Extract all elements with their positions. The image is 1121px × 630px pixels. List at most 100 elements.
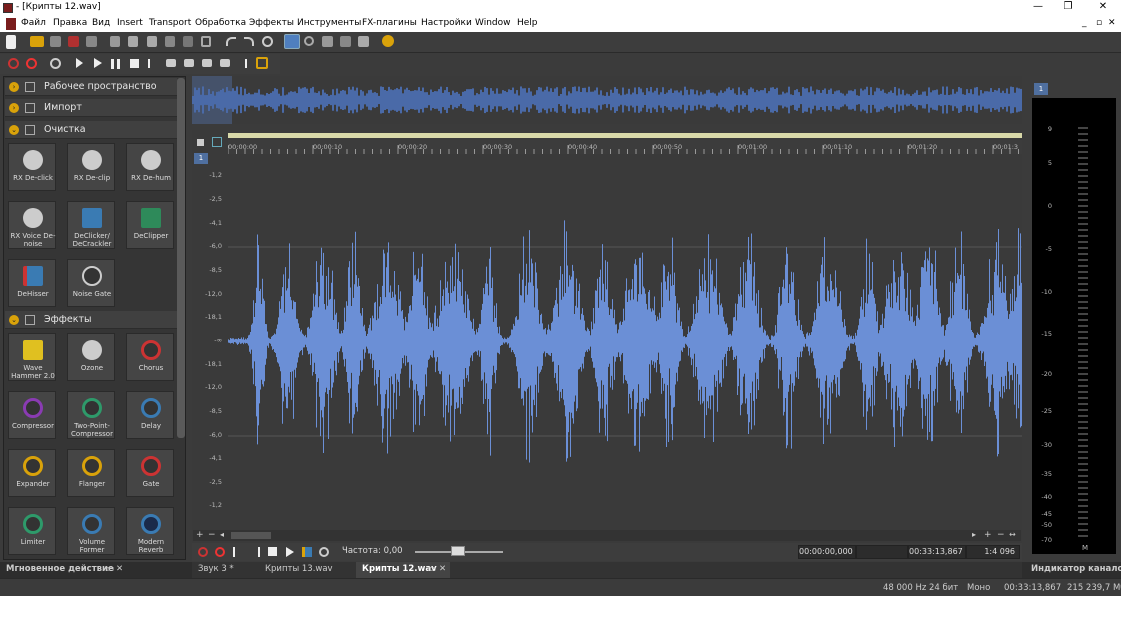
plugin-noise-gate[interactable]: Noise Gate: [67, 259, 115, 307]
open-folder-icon[interactable]: [30, 36, 44, 47]
forward-icon[interactable]: [202, 59, 212, 67]
expand-icon[interactable]: ›: [9, 82, 19, 92]
tab-instant-action[interactable]: Мгновенное действие: [6, 564, 114, 574]
menu-settings[interactable]: Настройки: [421, 18, 472, 28]
plugin-gate[interactable]: Gate: [126, 449, 174, 497]
plugin-declipper[interactable]: DeClipper: [126, 201, 174, 249]
zoom-tool-icon[interactable]: [304, 36, 314, 46]
horizontal-scrollbar[interactable]: + − ◂ ▸ + − ↔: [193, 530, 1021, 541]
trim-icon[interactable]: [183, 36, 193, 47]
snap-icon[interactable]: [358, 36, 369, 47]
plugin-delay[interactable]: Delay: [126, 391, 174, 439]
save-icon[interactable]: [50, 36, 61, 47]
go-end-icon[interactable]: [238, 59, 247, 68]
menu-window[interactable]: Window: [475, 18, 511, 28]
region-tool-icon[interactable]: [340, 36, 351, 47]
section-cleanup[interactable]: ⌄ Очистка: [5, 121, 177, 139]
checkbox-icon[interactable]: [25, 125, 35, 135]
menu-process[interactable]: Обработка: [195, 18, 246, 28]
zoom-out-icon[interactable]: −: [208, 530, 216, 540]
play-icon[interactable]: [94, 58, 102, 68]
plugin-limiter[interactable]: Limiter: [8, 507, 56, 555]
copy-icon[interactable]: [128, 36, 138, 47]
rewind-icon[interactable]: [166, 59, 176, 67]
menu-view[interactable]: Вид: [92, 18, 110, 28]
checkbox-icon[interactable]: [25, 82, 35, 92]
checkbox-icon[interactable]: [25, 103, 35, 113]
redo-icon[interactable]: [244, 37, 254, 46]
plugin-chain-icon[interactable]: [382, 35, 394, 47]
loop-icon[interactable]: [50, 58, 61, 69]
section-effects[interactable]: ⌄ Эффекты: [5, 311, 177, 329]
play-all-icon[interactable]: [76, 58, 83, 68]
section-workspace[interactable]: › Рабочее пространство: [5, 78, 177, 96]
stop-icon[interactable]: [130, 59, 139, 68]
rate-slider-thumb[interactable]: [451, 546, 465, 556]
zoom-in-icon[interactable]: +: [196, 530, 204, 540]
pause-icon[interactable]: [111, 59, 120, 69]
scroll-left-icon[interactable]: ◂: [220, 530, 224, 539]
repeat-icon[interactable]: [262, 36, 273, 47]
pencil-tool-icon[interactable]: [322, 36, 333, 47]
plugin-two-point-compressor[interactable]: Two-Point-Compressor: [67, 391, 115, 439]
scroll-right-icon[interactable]: ▸: [972, 530, 976, 539]
plugin-rx-voice-denoise[interactable]: RX Voice De-noise: [8, 201, 56, 249]
play-mixer-icon[interactable]: [302, 547, 312, 557]
plugin-volume-former[interactable]: Volume Former: [67, 507, 115, 555]
close-icon[interactable]: ✕: [116, 564, 123, 574]
meter-channel-badge[interactable]: 1: [1034, 83, 1048, 95]
metronome-icon[interactable]: [319, 547, 329, 557]
plugin-rx-declip[interactable]: RX De-clip: [67, 143, 115, 191]
plugin-compressor[interactable]: Compressor: [8, 391, 56, 439]
plugin-declicker[interactable]: DeClicker/ DeCrackler: [67, 201, 115, 249]
tab-file-crypts-12[interactable]: Крипты 12.wav: [362, 564, 437, 574]
record-icon[interactable]: [215, 547, 225, 557]
cut-icon[interactable]: [110, 36, 120, 47]
time-position[interactable]: 00:00:00,000: [798, 545, 856, 559]
plugin-wave-hammer[interactable]: Wave Hammer 2.0: [8, 333, 56, 381]
menu-fx-plugins[interactable]: FX-плагины: [362, 18, 417, 28]
plugin-rx-dehum[interactable]: RX De-hum: [126, 143, 174, 191]
plugin-dehisser[interactable]: DeHisser: [8, 259, 56, 307]
lock-icon[interactable]: [197, 139, 204, 146]
stop-icon[interactable]: [268, 547, 277, 556]
close-button[interactable]: ✕: [1088, 1, 1118, 15]
plugin-flanger[interactable]: Flanger: [67, 449, 115, 497]
record-icon[interactable]: [26, 58, 37, 69]
section-import[interactable]: › Импорт: [5, 99, 177, 117]
doc-close-button[interactable]: ✕: [1108, 18, 1116, 28]
fast-forward-icon[interactable]: [220, 59, 230, 67]
expand-icon[interactable]: ›: [9, 103, 19, 113]
go-start-icon[interactable]: [233, 547, 243, 557]
menu-effects[interactable]: Эффекты: [249, 18, 294, 28]
play-icon[interactable]: [286, 547, 294, 557]
zoom-fit-icon[interactable]: ↔: [1009, 530, 1016, 539]
plugin-modern-reverb[interactable]: Modern Reverb: [126, 507, 174, 555]
time-length[interactable]: 00:33:13,867: [908, 545, 966, 559]
menu-tools[interactable]: Инструменты: [297, 18, 361, 28]
back-icon[interactable]: [184, 59, 194, 67]
restore-icon[interactable]: ▭: [106, 564, 114, 574]
panel-scrollbar[interactable]: [177, 78, 185, 438]
zoom-out-icon[interactable]: −: [997, 530, 1005, 540]
waveform-canvas[interactable]: [228, 155, 1022, 529]
tab-sound-3[interactable]: Звук 3 *: [198, 564, 234, 574]
collapse-icon[interactable]: ⌄: [9, 125, 19, 135]
overview-strip[interactable]: [192, 76, 1022, 124]
maximize-button[interactable]: ❐: [1053, 1, 1083, 15]
scroll-thumb[interactable]: [231, 532, 271, 539]
save-as-icon[interactable]: [68, 36, 79, 47]
go-start-icon[interactable]: [148, 59, 157, 68]
metronome-icon[interactable]: [256, 57, 268, 69]
save-all-icon[interactable]: [86, 36, 97, 47]
tab-channel-meters[interactable]: Индикатор каналов: [1031, 564, 1121, 574]
tab-file-crypts-13[interactable]: Крипты 13.wav: [265, 564, 333, 574]
menu-edit[interactable]: Правка: [53, 18, 87, 28]
plugin-chorus[interactable]: Chorus: [126, 333, 174, 381]
undo-icon[interactable]: [226, 37, 236, 46]
checkbox-icon[interactable]: [25, 315, 35, 325]
record-options-icon[interactable]: [8, 58, 19, 69]
crop-icon[interactable]: [201, 36, 211, 47]
plugin-expander[interactable]: Expander: [8, 449, 56, 497]
collapse-icon[interactable]: ⌄: [9, 315, 19, 325]
